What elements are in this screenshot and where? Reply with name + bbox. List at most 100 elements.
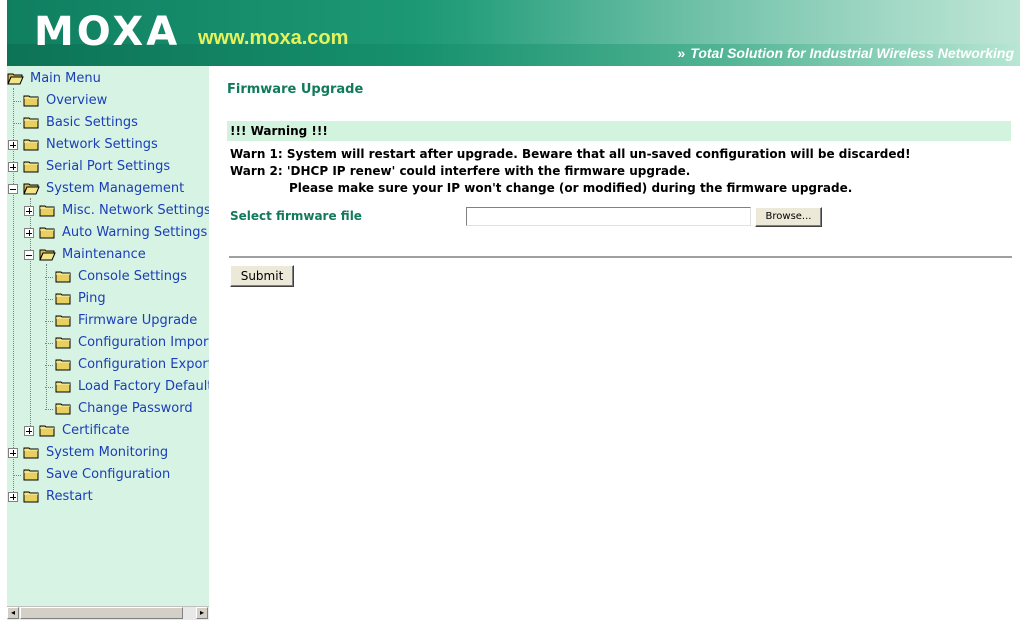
folder-icon bbox=[23, 114, 40, 133]
tree-connector bbox=[45, 343, 53, 344]
tree-overview[interactable]: Overview bbox=[23, 90, 107, 112]
tree-item-label[interactable]: Configuration Import bbox=[78, 335, 209, 351]
tree-item-label[interactable]: Change Password bbox=[78, 401, 193, 417]
tree-connector bbox=[13, 123, 21, 124]
tree-connector bbox=[45, 321, 53, 322]
browse-button[interactable]: Browse... bbox=[755, 207, 822, 227]
tree-item-label[interactable]: Misc. Network Settings bbox=[62, 203, 209, 219]
tree-item-label[interactable]: Ping bbox=[78, 291, 106, 307]
tree-network-settings[interactable]: Network Settings bbox=[23, 134, 158, 156]
tree-item-label[interactable]: Main Menu bbox=[30, 71, 101, 87]
page-title: Firmware Upgrade bbox=[227, 82, 364, 97]
firmware-file-input[interactable] bbox=[466, 207, 751, 226]
warning-2-continued-text: Please make sure your IP won't change (o… bbox=[289, 181, 853, 195]
tree-connector bbox=[45, 387, 53, 388]
chevron-right-icon: » bbox=[677, 45, 686, 61]
expand-plus-icon[interactable] bbox=[8, 140, 18, 150]
folder-icon bbox=[39, 422, 56, 441]
folder-icon bbox=[55, 312, 72, 331]
folder-open-icon bbox=[23, 180, 40, 199]
tree-change-password[interactable]: Change Password bbox=[55, 398, 193, 420]
tree-load-factory-default[interactable]: Load Factory Default bbox=[55, 376, 209, 398]
tree-auto-warning-settings[interactable]: Auto Warning Settings bbox=[39, 222, 207, 244]
tree-connector bbox=[45, 299, 53, 300]
scroll-left-icon[interactable]: ◂ bbox=[7, 607, 19, 619]
expand-plus-icon[interactable] bbox=[24, 206, 34, 216]
scroll-right-icon[interactable]: ▸ bbox=[196, 607, 208, 619]
folder-icon bbox=[23, 136, 40, 155]
tree-system-management[interactable]: System Management bbox=[23, 178, 184, 200]
header-highlight bbox=[407, 0, 1020, 44]
tagline: » Total Solution for Industrial Wireless … bbox=[677, 44, 1014, 66]
tree-item-label[interactable]: Console Settings bbox=[78, 269, 187, 285]
tree-item-label[interactable]: Load Factory Default bbox=[78, 379, 209, 395]
tree-system-monitoring[interactable]: System Monitoring bbox=[23, 442, 168, 464]
folder-icon bbox=[23, 466, 40, 485]
tree-main-menu[interactable]: Main Menu bbox=[7, 68, 101, 90]
tree-item-label[interactable]: Save Configuration bbox=[46, 467, 170, 483]
tree-serial-port-settings[interactable]: Serial Port Settings bbox=[23, 156, 170, 178]
tree-line bbox=[46, 264, 47, 410]
folder-icon bbox=[55, 334, 72, 353]
sidebar-horizontal-scrollbar[interactable]: ◂ ▸ bbox=[7, 606, 209, 620]
header-banner: MOXA www.moxa.com » Total Solution for In… bbox=[7, 0, 1020, 66]
expand-plus-icon[interactable] bbox=[8, 492, 18, 502]
collapse-minus-icon[interactable] bbox=[24, 250, 34, 260]
expand-plus-icon[interactable] bbox=[24, 228, 34, 238]
tree-item-label[interactable]: Overview bbox=[46, 93, 107, 109]
folder-icon bbox=[23, 444, 40, 463]
tree-item-label[interactable]: Serial Port Settings bbox=[46, 159, 170, 175]
scroll-thumb[interactable] bbox=[20, 607, 183, 619]
tree-item-label[interactable]: Firmware Upgrade bbox=[78, 313, 197, 329]
folder-icon bbox=[39, 224, 56, 243]
tree-configuration-export[interactable]: Configuration Export bbox=[55, 354, 209, 376]
folder-icon bbox=[23, 92, 40, 111]
tagline-text: Total Solution for Industrial Wireless N… bbox=[690, 45, 1014, 61]
tree-connector bbox=[13, 475, 21, 476]
tree-connector bbox=[13, 101, 21, 102]
tree-ping[interactable]: Ping bbox=[55, 288, 106, 310]
tree-connector bbox=[45, 409, 53, 410]
folder-icon bbox=[23, 488, 40, 507]
tree-misc-network-settings[interactable]: Misc. Network Settings bbox=[39, 200, 209, 222]
collapse-minus-icon[interactable] bbox=[8, 184, 18, 194]
tree-item-label[interactable]: Auto Warning Settings bbox=[62, 225, 207, 241]
warning-1-text: Warn 1: System will restart after upgrad… bbox=[230, 147, 911, 161]
tree-item-label[interactable]: Certificate bbox=[62, 423, 130, 439]
tree-maintenance[interactable]: Maintenance bbox=[39, 244, 146, 266]
main-content: Firmware Upgrade !!! Warning !!! Warn 1:… bbox=[209, 66, 1020, 619]
tree-item-label[interactable]: System Management bbox=[46, 181, 184, 197]
site-url[interactable]: www.moxa.com bbox=[198, 27, 348, 49]
submit-button[interactable]: Submit bbox=[230, 265, 294, 287]
divider bbox=[229, 256, 1012, 258]
folder-icon bbox=[39, 202, 56, 221]
expand-plus-icon[interactable] bbox=[8, 448, 18, 458]
tree-item-label[interactable]: Restart bbox=[46, 489, 93, 505]
tree-item-label[interactable]: Network Settings bbox=[46, 137, 158, 153]
folder-icon bbox=[55, 268, 72, 287]
tree-item-label[interactable]: System Monitoring bbox=[46, 445, 168, 461]
folder-icon bbox=[23, 158, 40, 177]
tree-item-label[interactable]: Configuration Export bbox=[78, 357, 209, 373]
tree-configuration-import[interactable]: Configuration Import bbox=[55, 332, 209, 354]
tree-save-configuration[interactable]: Save Configuration bbox=[23, 464, 170, 486]
warning-title: !!! Warning !!! bbox=[230, 124, 328, 138]
tree-basic-settings[interactable]: Basic Settings bbox=[23, 112, 138, 134]
folder-icon bbox=[55, 400, 72, 419]
warning-bar: !!! Warning !!! bbox=[227, 121, 1011, 141]
tree-certificate[interactable]: Certificate bbox=[39, 420, 130, 442]
tree-item-label[interactable]: Basic Settings bbox=[46, 115, 138, 131]
folder-icon bbox=[55, 356, 72, 375]
warning-2-text: Warn 2: 'DHCP IP renew' could interfere … bbox=[230, 164, 691, 178]
expand-plus-icon[interactable] bbox=[24, 426, 34, 436]
tree-restart[interactable]: Restart bbox=[23, 486, 93, 508]
expand-plus-icon[interactable] bbox=[8, 162, 18, 172]
sidebar-tree: Main Menu Overview Basic Settings Network S… bbox=[7, 66, 209, 619]
folder-open-icon bbox=[39, 246, 56, 265]
tree-item-label[interactable]: Maintenance bbox=[62, 247, 146, 263]
folder-icon bbox=[55, 378, 72, 397]
tree-console-settings[interactable]: Console Settings bbox=[55, 266, 187, 288]
moxa-logo: MOXA bbox=[34, 9, 181, 55]
folder-icon bbox=[55, 290, 72, 309]
tree-firmware-upgrade[interactable]: Firmware Upgrade bbox=[55, 310, 197, 332]
